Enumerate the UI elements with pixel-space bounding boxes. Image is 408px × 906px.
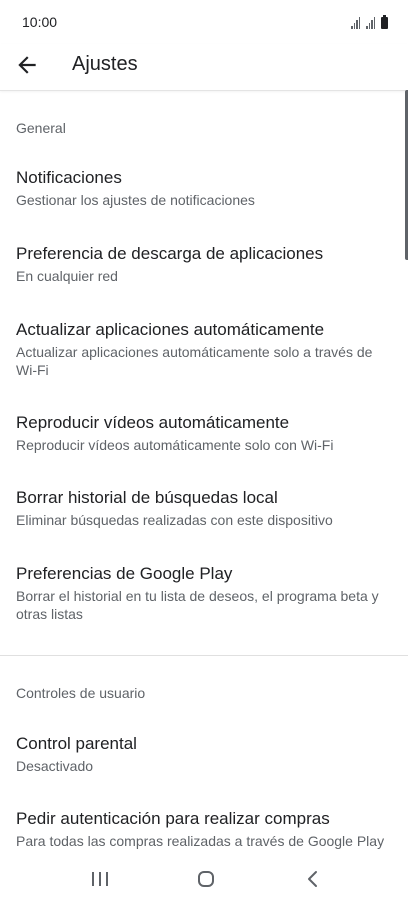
setting-title: Reproducir vídeos automáticamente	[16, 413, 290, 432]
setting-title: Borrar historial de búsquedas local	[16, 488, 278, 507]
status-time: 10:00	[22, 14, 58, 30]
setting-subtitle: Reproducir vídeos automáticamente solo c…	[16, 437, 334, 453]
setting-actualizar-apps[interactable]: Actualizar aplicaciones automáticamente …	[0, 320, 408, 386]
setting-notificaciones[interactable]: Notificaciones Gestionar los ajustes de …	[0, 168, 408, 218]
setting-subtitle: En cualquier red	[16, 268, 118, 284]
app-bar: Ajustes	[0, 44, 408, 91]
setting-borrar-historial[interactable]: Borrar historial de búsquedas local Elim…	[0, 488, 408, 538]
setting-subtitle: Desactivado	[16, 758, 94, 774]
status-icons	[351, 15, 388, 29]
setting-subtitle: Eliminar búsquedas realizadas con este d…	[16, 512, 333, 528]
setting-title: Pedir autenticación para realizar compra…	[16, 809, 330, 828]
signal-icon	[351, 17, 360, 29]
setting-subtitle: Actualizar aplicaciones automáticamente …	[16, 344, 373, 378]
system-nav-bar	[0, 852, 408, 906]
setting-title: Notificaciones	[16, 168, 122, 187]
setting-title: Preferencias de Google Play	[16, 564, 233, 583]
section-divider	[0, 655, 408, 656]
setting-subtitle: Gestionar los ajustes de notificaciones	[16, 192, 255, 208]
setting-reproducir-videos[interactable]: Reproducir vídeos automáticamente Reprod…	[0, 413, 408, 463]
setting-title: Actualizar aplicaciones automáticamente	[16, 320, 325, 339]
back-icon[interactable]	[298, 866, 328, 892]
recents-icon[interactable]	[85, 866, 115, 892]
setting-subtitle: Para todas las compras realizadas a trav…	[16, 833, 385, 849]
setting-preferencias-google-play[interactable]: Preferencias de Google Play Borrar el hi…	[0, 564, 408, 630]
setting-preferencia-descarga[interactable]: Preferencia de descarga de aplicaciones …	[0, 244, 408, 294]
battery-icon	[381, 15, 388, 29]
back-arrow-icon[interactable]	[14, 52, 40, 78]
status-bar: 10:00	[0, 0, 408, 44]
setting-autenticacion-compras[interactable]: Pedir autenticación para realizar compra…	[0, 809, 408, 851]
setting-control-parental[interactable]: Control parental Desactivado	[0, 734, 408, 784]
setting-title: Preferencia de descarga de aplicaciones	[16, 244, 324, 263]
section-header-user-controls: Controles de usuario	[16, 685, 146, 701]
page-title: Ajustes	[72, 53, 138, 75]
signal-icon	[366, 17, 375, 29]
setting-subtitle: Borrar el historial en tu lista de deseo…	[16, 588, 379, 622]
section-header-general: General	[16, 120, 66, 136]
setting-title: Control parental	[16, 734, 137, 753]
home-icon[interactable]	[191, 866, 221, 892]
settings-list: General Notificaciones Gestionar los aju…	[0, 91, 408, 851]
